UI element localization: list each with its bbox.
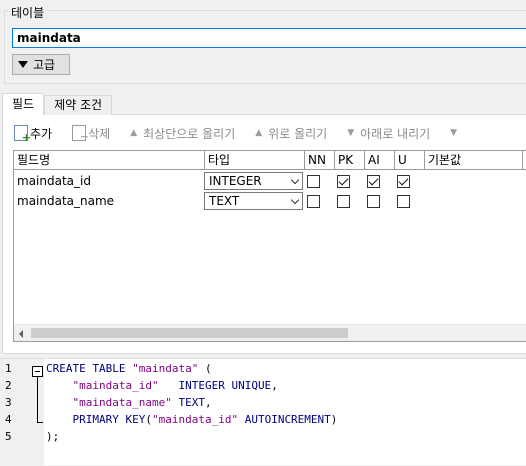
- fields-grid: 필드명 타입 NN PK AI U 기본값 maindata_id INTEGE…: [13, 150, 526, 342]
- header-pk[interactable]: PK: [335, 151, 365, 170]
- up-arrow-icon: ▲: [255, 128, 263, 138]
- code-line: "maindata_name" TEXT,: [46, 394, 212, 411]
- code-token: "maindata": [132, 362, 199, 375]
- add-field-label: 추가: [30, 126, 53, 141]
- code-token: (: [145, 413, 152, 426]
- tab-fields[interactable]: 필드: [2, 93, 45, 115]
- fold-guide-end: [37, 422, 43, 423]
- fold-guide: [37, 377, 38, 423]
- move-up-button[interactable]: ▲ 위로 올리기: [255, 123, 327, 143]
- line-number: 1: [5, 362, 12, 375]
- type-select-value: TEXT: [209, 194, 240, 208]
- header-field-name[interactable]: 필드명: [14, 151, 205, 170]
- add-field-button[interactable]: + 추가: [14, 123, 52, 143]
- code-line: CREATE TABLE "maindata" (: [46, 360, 212, 377]
- advanced-button[interactable]: 고급: [12, 54, 70, 75]
- code-token: PRIMARY KEY: [72, 413, 146, 426]
- code-token: TEXT: [178, 396, 205, 409]
- nn-checkbox[interactable]: [307, 195, 320, 208]
- triangle-down-icon: [18, 61, 28, 68]
- table-name-input[interactable]: [12, 28, 526, 48]
- header-u[interactable]: U: [395, 151, 425, 170]
- line-number: 2: [5, 379, 12, 392]
- fields-toolbar: + 추가 − 삭제 ▲ 최상단으로 올리기 ▲ 위로 올리기 ▼ 아래로 내리기…: [14, 122, 483, 144]
- chevron-down-icon: [290, 195, 300, 205]
- header-ai[interactable]: AI: [365, 151, 395, 170]
- delete-field-label: 삭제: [88, 126, 111, 141]
- grid-header: 필드명 타입 NN PK AI U 기본값: [14, 151, 526, 170]
- u-checkbox[interactable]: [397, 195, 410, 208]
- code-token: ): [330, 413, 338, 426]
- code-token: "maindata_name": [72, 396, 172, 409]
- move-down-button[interactable]: ▼ 아래로 내리기: [347, 123, 430, 143]
- move-top-label: 최상단으로 올리기: [143, 126, 236, 141]
- code-token: ,: [271, 379, 278, 392]
- line-number-gutter: 1 2 3 4 5: [0, 359, 44, 466]
- code-token: AUTOINCREMENT: [244, 413, 331, 426]
- line-number: 3: [5, 396, 12, 409]
- field-name-cell[interactable]: maindata_name: [14, 191, 205, 211]
- scrollbar-thumb[interactable]: [31, 328, 348, 338]
- field-name-cell[interactable]: maindata_id: [14, 171, 205, 191]
- code-line: );: [46, 428, 59, 445]
- sql-preview-editor[interactable]: 1 2 3 4 5 CREATE TABLE "maindata" ( "mai…: [0, 358, 526, 466]
- add-document-icon: +: [14, 125, 31, 143]
- code-token: ,: [204, 396, 212, 409]
- table-group-legend: 테이블: [8, 4, 48, 21]
- header-default[interactable]: 기본값: [425, 151, 523, 170]
- delete-document-icon: −: [72, 125, 89, 142]
- move-bottom-button[interactable]: ▼: [450, 123, 463, 143]
- code-token: "maindata_id": [151, 413, 239, 426]
- header-nn[interactable]: NN: [305, 151, 335, 170]
- type-select[interactable]: INTEGER: [204, 172, 303, 190]
- horizontal-scrollbar[interactable]: [14, 324, 526, 341]
- code-token: "maindata_id": [72, 379, 159, 392]
- move-top-button[interactable]: ▲ 최상단으로 올리기: [130, 123, 235, 143]
- advanced-button-label: 고급: [33, 58, 56, 72]
- u-checkbox[interactable]: [397, 175, 410, 188]
- double-down-arrow-icon: ▼: [450, 128, 458, 138]
- tab-constraints[interactable]: 제약 조건: [44, 95, 113, 115]
- delete-field-button[interactable]: − 삭제: [72, 123, 110, 143]
- nn-checkbox[interactable]: [307, 175, 320, 188]
- pk-checkbox[interactable]: [337, 175, 350, 188]
- double-up-arrow-icon: ▲: [130, 128, 138, 138]
- down-arrow-icon: ▼: [347, 128, 355, 138]
- code-token: CREATE TABLE: [46, 362, 133, 375]
- chevron-down-icon: [290, 175, 300, 185]
- header-type[interactable]: 타입: [205, 151, 305, 170]
- code-token: );: [46, 430, 60, 443]
- code-token: INTEGER UNIQUE: [178, 379, 272, 392]
- move-down-label: 아래로 내리기: [360, 126, 431, 141]
- pk-checkbox[interactable]: [337, 195, 350, 208]
- ai-checkbox[interactable]: [367, 195, 380, 208]
- code-token: (: [198, 362, 212, 375]
- table-row[interactable]: maindata_id INTEGER: [14, 171, 526, 191]
- ai-checkbox[interactable]: [367, 175, 380, 188]
- line-number: 5: [5, 430, 12, 443]
- code-line: "maindata_id" INTEGER UNIQUE,: [46, 377, 278, 394]
- fold-collapse-icon[interactable]: [32, 366, 43, 377]
- code-line: PRIMARY KEY("maindata_id" AUTOINCREMENT): [46, 411, 338, 428]
- line-number: 4: [5, 413, 12, 426]
- scroll-left-arrow-icon[interactable]: [19, 330, 23, 338]
- table-row[interactable]: maindata_name TEXT: [14, 191, 526, 211]
- tab-strip: 필드 제약 조건: [2, 93, 113, 115]
- type-select-value: INTEGER: [209, 174, 262, 188]
- move-up-label: 위로 올리기: [268, 126, 328, 141]
- type-select[interactable]: TEXT: [204, 192, 303, 210]
